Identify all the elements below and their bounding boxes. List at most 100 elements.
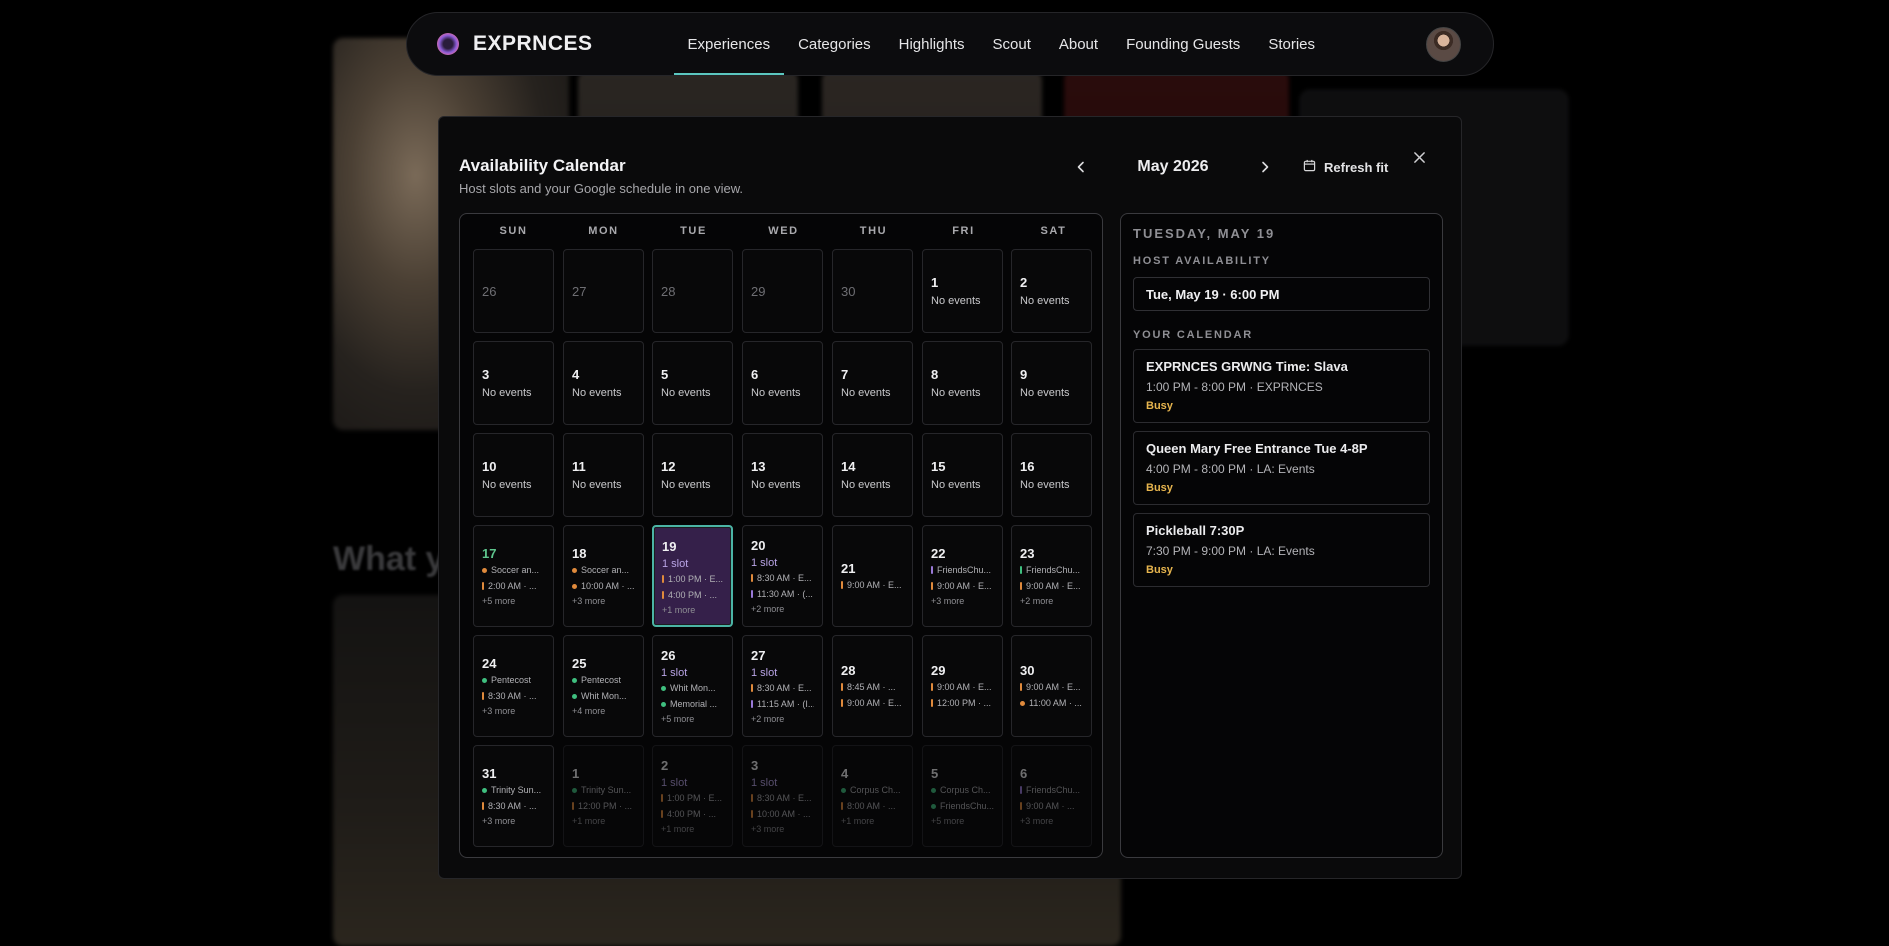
calendar-day-cell[interactable]: 28 [652,249,733,333]
calendar-day-cell[interactable]: 3 No events [473,341,554,425]
calendar-day-cell[interactable]: 14 No events [832,433,913,517]
more-events-link[interactable]: +5 more [661,712,724,727]
day-event-text: 9:00 AM · E... [1026,581,1081,591]
nav-link-founding-guests[interactable]: Founding Guests [1112,13,1254,75]
day-event: FriendsChu... [931,562,994,578]
calendar-event-list: EXPRNCES GRWNG Time: Slava 1:00 PM - 8:0… [1133,349,1430,587]
host-slot[interactable]: Tue, May 19 · 6:00 PM [1133,277,1430,311]
more-events-link[interactable]: +2 more [751,602,814,617]
day-event-text: 10:00 AM · ... [757,809,811,819]
no-events-text: No events [1020,387,1070,399]
calendar-day-cell[interactable]: 30 9:00 AM · E... 11:00 AM · ... [1011,635,1092,737]
calendar-event-card[interactable]: Pickleball 7:30P 7:30 PM - 9:00 PM · LA:… [1133,513,1430,587]
more-events-link[interactable]: +1 more [572,814,635,829]
calendar-day-cell-selected[interactable]: 19 1 slot 1:00 PM · E... 4:00 PM · ... +1 mo… [652,525,733,627]
day-event: Pentecost [572,672,635,688]
more-events-link[interactable]: +2 more [751,712,814,727]
top-nav: EXPRNCES Experiences Categories Highligh… [406,12,1494,76]
calendar-day-cell[interactable]: 5 Corpus Ch... FriendsChu... +5 more [922,745,1003,847]
calendar-day-cell[interactable]: 27 [563,249,644,333]
calendar-day-cell[interactable]: 3 1 slot 8:30 AM · E... 10:00 AM · ... +3 mo… [742,745,823,847]
day-number: 27 [751,648,766,663]
day-event-text: 11:15 AM · (I... [757,699,814,709]
more-events-link[interactable]: +3 more [482,814,545,829]
calendar-day-cell[interactable]: 6 FriendsChu... 9:00 AM · ... +3 more [1011,745,1092,847]
chevron-left-icon[interactable] [1069,155,1093,179]
modal-subtitle: Host slots and your Google schedule in o… [459,181,744,196]
calendar-event-card[interactable]: Queen Mary Free Entrance Tue 4-8P 4:00 P… [1133,431,1430,505]
more-events-link[interactable]: +1 more [661,822,724,837]
calendar-day-cell[interactable]: 4 No events [563,341,644,425]
calendar-day-cell[interactable]: 22 FriendsChu... 9:00 AM · E... +3 more [922,525,1003,627]
brand-logo[interactable]: EXPRNCES [437,32,593,56]
calendar-day-cell[interactable]: 15 No events [922,433,1003,517]
calendar-day-cell[interactable]: 23 FriendsChu... 9:00 AM · E... +2 more [1011,525,1092,627]
calendar-day-cell[interactable]: 30 [832,249,913,333]
no-events-text: No events [841,387,891,399]
more-events-link[interactable]: +3 more [482,704,545,719]
calendar-day-cell[interactable]: 20 1 slot 8:30 AM · E... 11:30 AM · (... +2 … [742,525,823,627]
calendar-day-cell[interactable]: 2 1 slot 1:00 PM · E... 4:00 PM · ... +1 mor… [652,745,733,847]
calendar-day-cell[interactable]: 29 9:00 AM · E... 12:00 PM · ... [922,635,1003,737]
event-bar-icon [841,802,843,810]
calendar-day-cell[interactable]: 12 No events [652,433,733,517]
calendar-day-cell[interactable]: 5 No events [652,341,733,425]
calendar-day-cell[interactable]: 29 [742,249,823,333]
calendar-day-cell[interactable]: 4 Corpus Ch... 8:00 AM · ... +1 more [832,745,913,847]
calendar-day-cell[interactable]: 13 No events [742,433,823,517]
availability-calendar-modal: Availability Calendar Host slots and you… [438,116,1462,879]
more-events-link[interactable]: +2 more [1020,594,1083,609]
day-event-text: Corpus Ch... [940,785,991,795]
calendar-day-cell[interactable]: 10 No events [473,433,554,517]
day-event: Memorial ... [661,696,724,712]
nav-link-about[interactable]: About [1045,13,1112,75]
nav-link-stories[interactable]: Stories [1254,13,1329,75]
refresh-fit-button[interactable]: Refresh fit [1303,159,1388,175]
calendar-day-cell[interactable]: 6 No events [742,341,823,425]
more-events-link[interactable]: +3 more [751,822,814,837]
chevron-right-icon[interactable] [1253,155,1277,179]
more-events-link[interactable]: +3 more [931,594,994,609]
event-bar-icon [662,591,664,599]
event-bar-icon [931,699,933,707]
calendar-day-cell[interactable]: 21 9:00 AM · E... [832,525,913,627]
calendar-day-cell[interactable]: 8 No events [922,341,1003,425]
calendar-day-cell[interactable]: 18 Soccer an... 10:00 AM · ... +3 more [563,525,644,627]
more-events-link[interactable]: +3 more [572,594,635,609]
event-bar-icon [841,683,843,691]
calendar-day-cell[interactable]: 9 No events [1011,341,1092,425]
event-dot-icon [1020,700,1025,706]
calendar-day-cell[interactable]: 1 No events [922,249,1003,333]
calendar-event-card[interactable]: EXPRNCES GRWNG Time: Slava 1:00 PM - 8:0… [1133,349,1430,423]
more-events-link[interactable]: +5 more [931,814,994,829]
calendar-day-cell[interactable]: 16 No events [1011,433,1092,517]
calendar-day-cell[interactable]: 28 8:45 AM · ... 9:00 AM · E... [832,635,913,737]
more-events-link[interactable]: +1 more [841,814,904,829]
calendar-day-cell[interactable]: 7 No events [832,341,913,425]
day-number: 30 [841,284,856,299]
calendar-day-cell[interactable]: 31 Trinity Sun... 8:30 AM · ... +3 more [473,745,554,847]
calendar-day-cell[interactable]: 25 Pentecost Whit Mon... +4 more [563,635,644,737]
more-events-link[interactable]: +4 more [572,704,635,719]
event-bar-icon [572,802,574,810]
calendar-day-cell[interactable]: 17 Soccer an... 2:00 AM · ... +5 more [473,525,554,627]
more-events-link[interactable]: +3 more [1020,814,1083,829]
event-bar-icon [1020,566,1022,574]
more-events-link[interactable]: +5 more [482,594,545,609]
calendar-day-cell[interactable]: 26 [473,249,554,333]
day-event-text: 1:00 PM · E... [667,793,723,803]
calendar-day-cell[interactable]: 1 Trinity Sun... 12:00 PM · ... +1 more [563,745,644,847]
more-events-link[interactable]: +1 more [662,603,723,618]
calendar-day-cell[interactable]: 2 No events [1011,249,1092,333]
nav-link-scout[interactable]: Scout [979,13,1045,75]
avatar[interactable] [1426,26,1461,62]
calendar-day-cell[interactable]: 11 No events [563,433,644,517]
calendar-day-cell[interactable]: 27 1 slot 8:30 AM · E... 11:15 AM · (I... +2… [742,635,823,737]
nav-link-highlights[interactable]: Highlights [885,13,979,75]
close-icon[interactable] [1407,145,1431,169]
nav-link-experiences[interactable]: Experiences [673,13,785,75]
calendar-day-cell[interactable]: 24 Pentecost 8:30 AM · ... +3 more [473,635,554,737]
nav-link-categories[interactable]: Categories [784,13,885,75]
no-events-text: No events [931,295,981,307]
calendar-day-cell[interactable]: 26 1 slot Whit Mon... Memorial ... +5 more [652,635,733,737]
